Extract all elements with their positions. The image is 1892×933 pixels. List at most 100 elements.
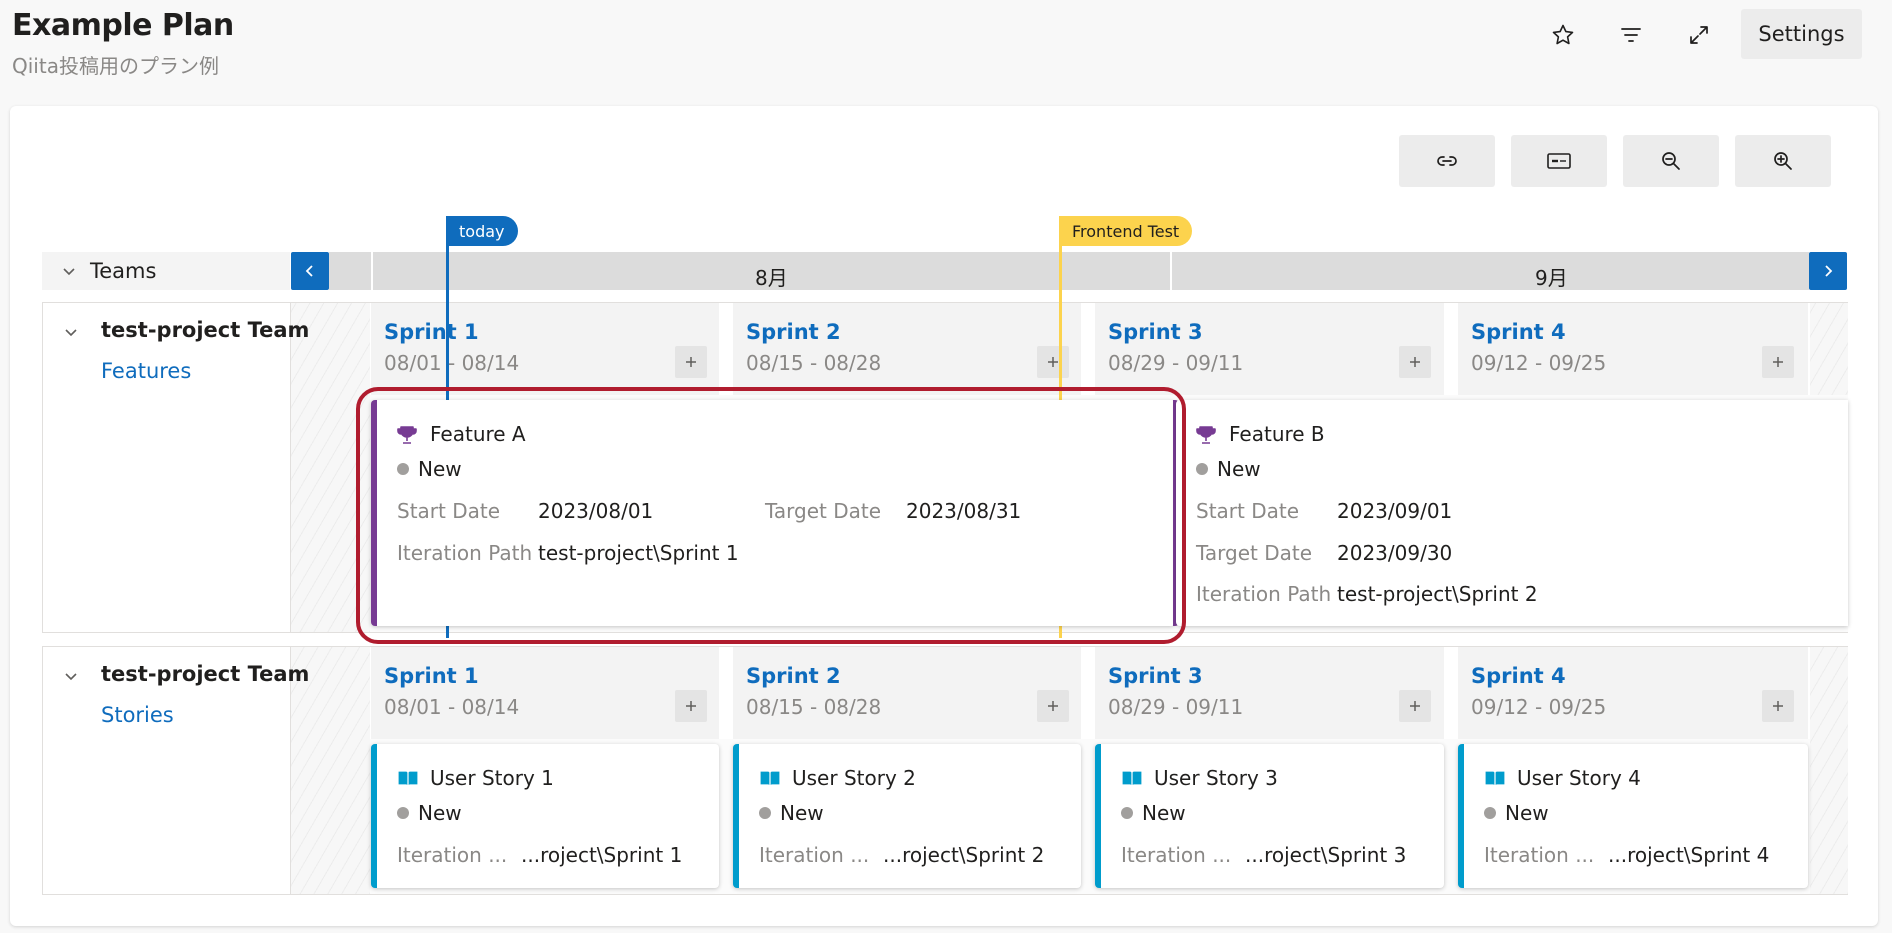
chevron-down-icon[interactable] (62, 323, 80, 341)
card-title[interactable]: User Story 2 (792, 766, 916, 790)
month-bar (329, 252, 1809, 290)
sprint-name[interactable]: Sprint 4 (1471, 664, 1566, 688)
team-name: test-project Team (101, 662, 310, 686)
state-dot (1484, 807, 1496, 819)
sprint-header (1095, 303, 1444, 395)
trophy-icon (397, 426, 417, 444)
card-title[interactable]: User Story 4 (1517, 766, 1641, 790)
feature-card[interactable]: Feature A New Start Date 2023/08/01 Targ… (371, 400, 1179, 626)
card-state[interactable]: New (418, 801, 462, 825)
add-item-button[interactable] (1762, 346, 1794, 378)
card-title[interactable]: Feature A (430, 422, 526, 446)
story-card[interactable]: User Story 3 New Iteration ... ...roject… (1095, 744, 1444, 888)
zoom-out-button[interactable] (1623, 135, 1719, 187)
book-icon (1121, 770, 1143, 788)
card-title[interactable]: User Story 1 (430, 766, 554, 790)
backlog-link-features[interactable]: Features (101, 359, 191, 383)
add-item-button[interactable] (675, 346, 707, 378)
field-label: Target Date (765, 499, 882, 523)
today-marker[interactable]: today (446, 216, 518, 246)
book-icon (1484, 770, 1506, 788)
favorite-button[interactable] (1539, 11, 1587, 59)
sprint-name[interactable]: Sprint 1 (384, 320, 479, 344)
sprint-dates: 08/01 - 08/14 (384, 695, 520, 719)
card-fields-button[interactable] (1511, 135, 1607, 187)
settings-button[interactable]: Settings (1741, 9, 1862, 59)
field-label: Iteration ... (759, 843, 870, 867)
trophy-icon (1196, 426, 1216, 444)
month-divider-start (371, 252, 373, 290)
chevron-down-icon (63, 268, 75, 276)
sprint-header (371, 647, 719, 739)
book-icon (397, 770, 419, 788)
sprint-dates: 08/15 - 08/28 (746, 695, 882, 719)
field-value: ...roject\Sprint 2 (883, 843, 1045, 867)
story-card[interactable]: User Story 4 New Iteration ... ...roject… (1458, 744, 1808, 888)
team-name: test-project Team (101, 318, 310, 342)
teams-header[interactable]: Teams (42, 252, 290, 290)
feature-card[interactable]: Feature B New Start Date 2023/09/01 Targ… (1176, 400, 1848, 626)
story-card[interactable]: User Story 1 New Iteration ... ...roject… (371, 744, 719, 888)
frontend-test-marker[interactable]: Frontend Test (1059, 216, 1193, 246)
field-value: test-project\Sprint 1 (538, 541, 739, 565)
field-value: 2023/09/30 (1337, 541, 1453, 565)
plus-icon (1410, 357, 1420, 367)
add-item-button[interactable] (1762, 690, 1794, 722)
filter-button[interactable] (1607, 11, 1655, 59)
state-dot (1121, 807, 1133, 819)
page-subtitle: Qiita投稿用のプラン例 (12, 54, 219, 78)
add-item-button[interactable] (675, 690, 707, 722)
chevron-left-icon (305, 265, 313, 277)
plus-icon (1773, 357, 1783, 367)
sprint-name[interactable]: Sprint 3 (1108, 664, 1203, 688)
star-icon (1552, 24, 1574, 45)
field-value: ...roject\Sprint 3 (1245, 843, 1407, 867)
card-title[interactable]: Feature B (1229, 422, 1325, 446)
sprint-dates: 08/29 - 09/11 (1108, 351, 1244, 375)
card-state[interactable]: New (418, 457, 462, 481)
card-state[interactable]: New (1505, 801, 1549, 825)
add-item-button[interactable] (1399, 690, 1431, 722)
add-item-button[interactable] (1037, 346, 1069, 378)
add-item-button[interactable] (1037, 690, 1069, 722)
chevron-down-icon[interactable] (62, 667, 80, 685)
field-label: Iteration ... (1121, 843, 1232, 867)
card-state[interactable]: New (1217, 457, 1261, 481)
field-value: 2023/08/31 (906, 499, 1022, 523)
copy-link-button[interactable] (1399, 135, 1495, 187)
field-label: Iteration ... (397, 843, 508, 867)
sprint-name[interactable]: Sprint 4 (1471, 320, 1566, 344)
plus-icon (686, 701, 696, 711)
sprint-name[interactable]: Sprint 2 (746, 664, 841, 688)
backlog-link-stories[interactable]: Stories (101, 703, 174, 727)
add-item-button[interactable] (1399, 346, 1431, 378)
state-dot (397, 807, 409, 819)
zoom-out-icon (1662, 152, 1680, 170)
sprint-header (1458, 303, 1808, 395)
sprint-name[interactable]: Sprint 3 (1108, 320, 1203, 344)
month-label-aug: 8月 (755, 266, 788, 290)
sprint-header (1095, 647, 1444, 739)
sprint-name[interactable]: Sprint 1 (384, 664, 479, 688)
plus-icon (1048, 357, 1058, 367)
month-divider (1170, 252, 1172, 290)
card-state[interactable]: New (780, 801, 824, 825)
timeline-prev-button[interactable] (291, 252, 329, 290)
state-dot (397, 463, 409, 475)
field-label: Target Date (1196, 541, 1313, 565)
book-icon (759, 770, 781, 788)
field-value: ...roject\Sprint 4 (1608, 843, 1770, 867)
plus-icon (686, 357, 696, 367)
fullscreen-button[interactable] (1675, 11, 1723, 59)
zoom-in-button[interactable] (1735, 135, 1831, 187)
timeline-next-button[interactable] (1809, 252, 1847, 290)
field-label: Start Date (397, 499, 501, 523)
card-title[interactable]: User Story 3 (1154, 766, 1278, 790)
link-icon (1437, 156, 1457, 166)
field-value: 2023/09/01 (1337, 499, 1453, 523)
field-value: 2023/08/01 (538, 499, 654, 523)
card-state[interactable]: New (1142, 801, 1186, 825)
zoom-in-icon (1774, 152, 1792, 170)
story-card[interactable]: User Story 2 New Iteration ... ...roject… (733, 744, 1081, 888)
sprint-name[interactable]: Sprint 2 (746, 320, 841, 344)
